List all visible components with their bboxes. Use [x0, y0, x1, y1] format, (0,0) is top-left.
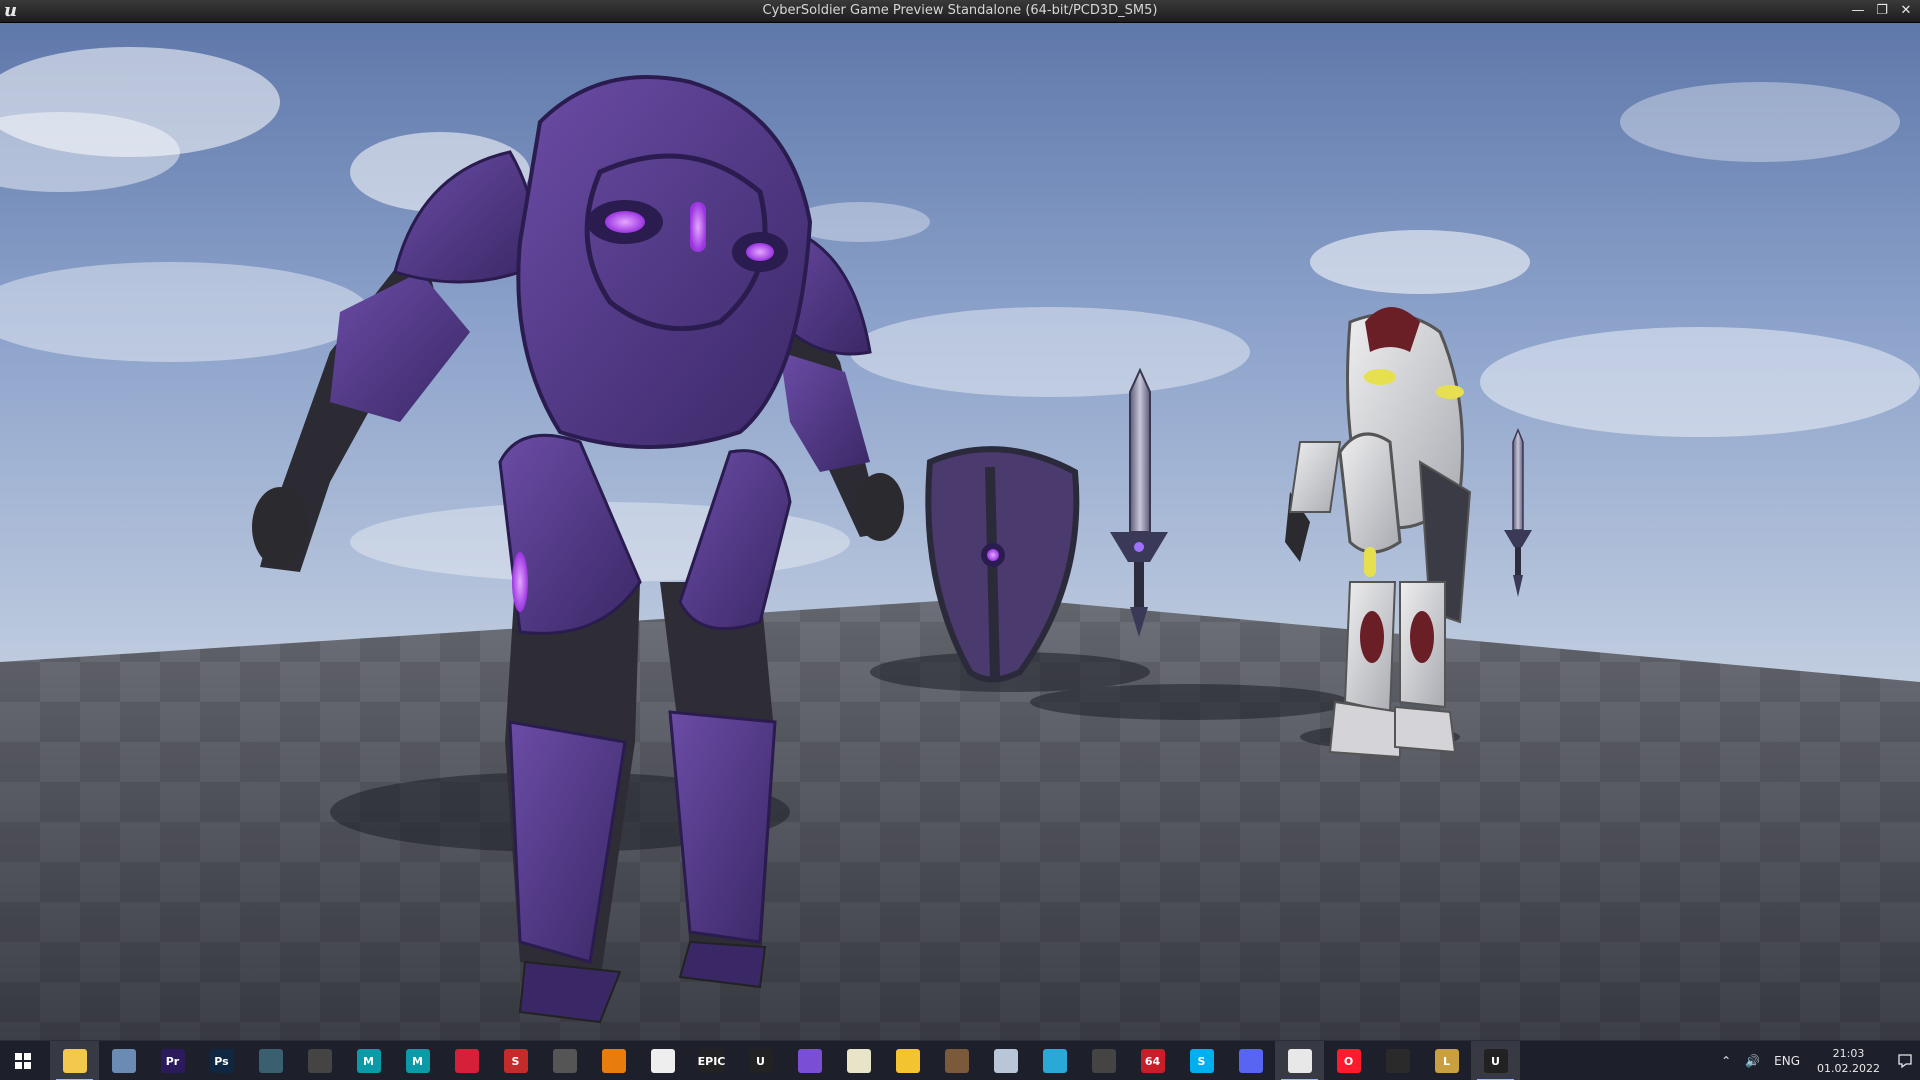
taskbar-app-label: M — [356, 1049, 381, 1073]
hat-app-icon[interactable] — [932, 1041, 981, 1080]
notes-app-icon[interactable] — [834, 1041, 883, 1080]
taskbar-app-label — [1385, 1049, 1410, 1073]
maya-secondary-icon[interactable]: M — [393, 1041, 442, 1080]
affinity-app-icon[interactable] — [785, 1041, 834, 1080]
clock-date: 01.02.2022 — [1817, 1062, 1880, 1075]
photoshop-icon[interactable]: Ps — [197, 1041, 246, 1080]
game-window: u CyberSoldier Game Preview Standalone (… — [0, 0, 1920, 1080]
yandex-browser-icon[interactable] — [1275, 1041, 1324, 1080]
unreal-engine-icon[interactable]: U — [736, 1041, 785, 1080]
taskbar-app-label: 64 — [1140, 1049, 1165, 1073]
taskbar-app-label: S — [1189, 1049, 1214, 1073]
window-title-bar[interactable]: u CyberSoldier Game Preview Standalone (… — [0, 0, 1920, 23]
minimize-icon[interactable]: — — [1848, 2, 1868, 20]
window-controls: — ❐ ✕ — [1848, 0, 1916, 22]
discord-icon[interactable] — [1226, 1041, 1275, 1080]
game-viewport[interactable] — [0, 22, 1920, 1040]
visual-studio-code-icon[interactable] — [638, 1041, 687, 1080]
timer-app-icon[interactable] — [1030, 1041, 1079, 1080]
blender-icon[interactable] — [589, 1041, 638, 1080]
volume-icon[interactable]: 🔊 — [1738, 1041, 1767, 1080]
taskbar-app-label: M — [405, 1049, 430, 1073]
taskbar-app-label — [1238, 1049, 1263, 1073]
epic-games-launcher-icon[interactable]: EPIC — [687, 1041, 736, 1080]
taskbar-app-label — [797, 1049, 822, 1073]
taskbar-app-label — [1091, 1049, 1116, 1073]
taskbar-app-label — [454, 1049, 479, 1073]
windows-start-icon[interactable] — [0, 1041, 46, 1080]
marmoset-toolbag-icon[interactable] — [246, 1041, 295, 1080]
taskbar-app-label — [993, 1049, 1018, 1073]
opera-icon[interactable]: O — [1324, 1041, 1373, 1080]
restore-icon[interactable]: ❐ — [1872, 2, 1892, 20]
notification-icon[interactable] — [1890, 1041, 1920, 1080]
taskbar-app-label — [650, 1049, 675, 1073]
taskbar-app-label: EPIC — [698, 1049, 725, 1073]
taskbar-app-label — [62, 1049, 87, 1073]
emoji-app-icon[interactable] — [883, 1041, 932, 1080]
taskbar-app-label — [111, 1049, 136, 1073]
search-app-icon[interactable] — [540, 1041, 589, 1080]
taskbar-app-label — [601, 1049, 626, 1073]
close-icon[interactable]: ✕ — [1896, 2, 1916, 20]
clock[interactable]: 21:03 01.02.2022 — [1807, 1046, 1890, 1076]
heart-app-icon[interactable] — [442, 1041, 491, 1080]
unreal-editor-icon[interactable]: U — [1471, 1041, 1520, 1080]
taskbar-app-label — [895, 1049, 920, 1073]
taskbar-app-label: U — [1483, 1049, 1508, 1073]
calculator-icon[interactable] — [99, 1041, 148, 1080]
substance-icon[interactable]: S — [491, 1041, 540, 1080]
taskbar-app-label: L — [1434, 1049, 1459, 1073]
taskbar-app-label: Ps — [209, 1049, 234, 1073]
taskbar-app-label: O — [1336, 1049, 1361, 1073]
taskbar-app-label: Pr — [160, 1049, 185, 1073]
input-language[interactable]: ENG — [1767, 1041, 1807, 1080]
skype-icon[interactable]: S — [1177, 1041, 1226, 1080]
window-title: CyberSoldier Game Preview Standalone (64… — [762, 3, 1158, 18]
taskbar-app-label: S — [503, 1049, 528, 1073]
taskbar-app-list: Pr Ps M M S EPIC U 64 S O L U — [50, 1041, 1520, 1080]
maya-icon[interactable]: M — [344, 1041, 393, 1080]
taskbar-app-label — [1042, 1049, 1067, 1073]
zbrush-icon[interactable] — [295, 1041, 344, 1080]
windows-taskbar: Pr Ps M M S EPIC U 64 S O L U ⌃ 🔊 ENG 21:03 01.02.2… — [0, 1040, 1920, 1080]
taskbar-app-label — [846, 1049, 871, 1073]
premiere-pro-icon[interactable]: Pr — [148, 1041, 197, 1080]
system-tray: ⌃ 🔊 ENG 21:03 01.02.2022 — [1714, 1041, 1920, 1080]
gamepad-app-icon[interactable] — [1079, 1041, 1128, 1080]
chevron-up-icon[interactable]: ⌃ — [1714, 1041, 1738, 1080]
steam-icon[interactable] — [1373, 1041, 1422, 1080]
app-64-icon[interactable]: 64 — [1128, 1041, 1177, 1080]
league-of-legends-icon[interactable]: L — [1422, 1041, 1471, 1080]
clock-time: 21:03 — [1832, 1047, 1865, 1060]
file-explorer-icon[interactable] — [50, 1041, 99, 1080]
taskbar-app-label — [1287, 1049, 1312, 1073]
taskbar-app-label: U — [748, 1049, 773, 1073]
taskbar-app-label — [307, 1049, 332, 1073]
taskbar-app-label — [552, 1049, 577, 1073]
taskbar-app-label — [944, 1049, 969, 1073]
jar-app-icon[interactable] — [981, 1041, 1030, 1080]
taskbar-app-label — [258, 1049, 283, 1073]
